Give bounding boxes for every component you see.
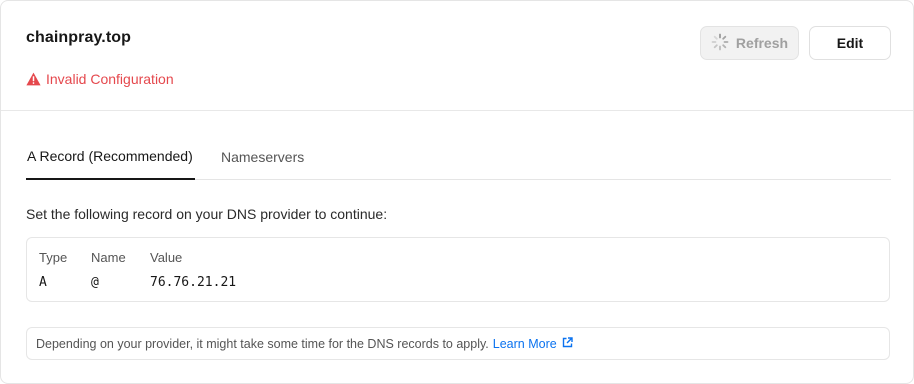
record-type-tabs: A Record (Recommended) Nameservers — [26, 133, 891, 180]
value-header: Value — [150, 250, 183, 265]
instructions-text: Set the following record on your DNS pro… — [26, 206, 388, 222]
type-value: A — [39, 275, 47, 290]
refresh-button[interactable]: Refresh — [700, 26, 799, 60]
value-value[interactable]: 76.76.21.21 — [150, 275, 236, 290]
propagation-note: Depending on your provider, it might tak… — [26, 327, 890, 360]
dns-record-table: Type A Name @ Value 76.76.21.21 — [26, 237, 890, 302]
refresh-label: Refresh — [735, 35, 789, 51]
name-value: @ — [91, 275, 99, 290]
type-header: Type — [39, 250, 68, 265]
status-text: Invalid Configuration — [46, 71, 174, 87]
name-header: Name — [91, 250, 126, 265]
domain-config-card: chainpray.top Invalid Configuration Refr… — [0, 0, 914, 384]
card-header: chainpray.top Invalid Configuration Refr… — [1, 1, 913, 111]
tab-nameservers[interactable]: Nameservers — [221, 133, 304, 180]
learn-more-label: Learn More — [492, 336, 557, 351]
spinner-icon — [711, 33, 729, 54]
learn-more-link[interactable]: Learn More — [493, 337, 573, 351]
note-text: Depending on your provider, it might tak… — [36, 336, 489, 351]
tab-a-record[interactable]: A Record (Recommended) — [26, 133, 195, 180]
external-link-icon — [562, 336, 573, 351]
warning-triangle-icon — [26, 72, 41, 86]
edit-button[interactable]: Edit — [809, 26, 891, 60]
domain-name: chainpray.top — [26, 29, 132, 46]
status-badge: Invalid Configuration — [26, 70, 174, 88]
